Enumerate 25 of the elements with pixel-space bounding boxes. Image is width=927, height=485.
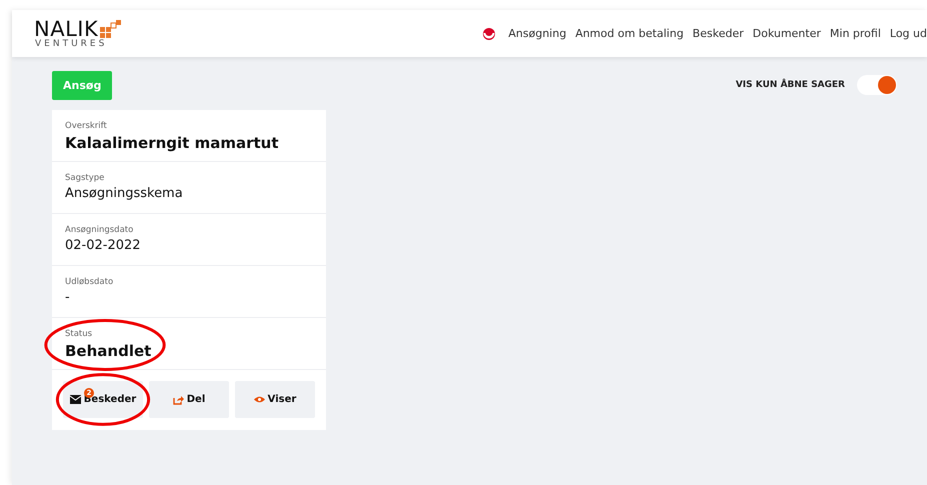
field-value: Behandlet [65, 342, 152, 360]
share-icon [172, 394, 184, 404]
toggle-switch[interactable] [857, 75, 897, 95]
toggle-label: VIS KUN ÅBNE SAGER [736, 80, 845, 90]
nav-link[interactable]: Log ud [890, 27, 927, 40]
field-label: Overskrift [65, 121, 107, 131]
field-label: Ansøgningsdato [65, 225, 134, 235]
field-label: Udløbsdato [65, 277, 114, 287]
eye-icon [254, 396, 265, 403]
field-value: - [65, 290, 70, 305]
action-button[interactable]: Viser [235, 381, 315, 418]
nav-link[interactable]: Beskeder [692, 27, 744, 40]
envelope-icon [70, 395, 81, 404]
field-label: Sagstype [65, 173, 104, 183]
flag-icon [483, 28, 496, 40]
field-value: 02-02-2022 [65, 238, 141, 253]
nav-link[interactable]: Min profil [830, 27, 881, 40]
action-button[interactable]: Del [149, 381, 229, 418]
company-logo: NALIK VENTURES [34, 18, 122, 48]
nav-link[interactable]: Ansøgning [508, 27, 566, 40]
nav-link[interactable]: Anmod om betaling [575, 27, 684, 40]
field-value: Kalaalimerngit mamartut [65, 134, 278, 152]
field-value: Ansøgningsskema [65, 186, 183, 201]
field-label: Status [65, 329, 92, 339]
nav-link[interactable]: Dokumenter [752, 27, 821, 40]
